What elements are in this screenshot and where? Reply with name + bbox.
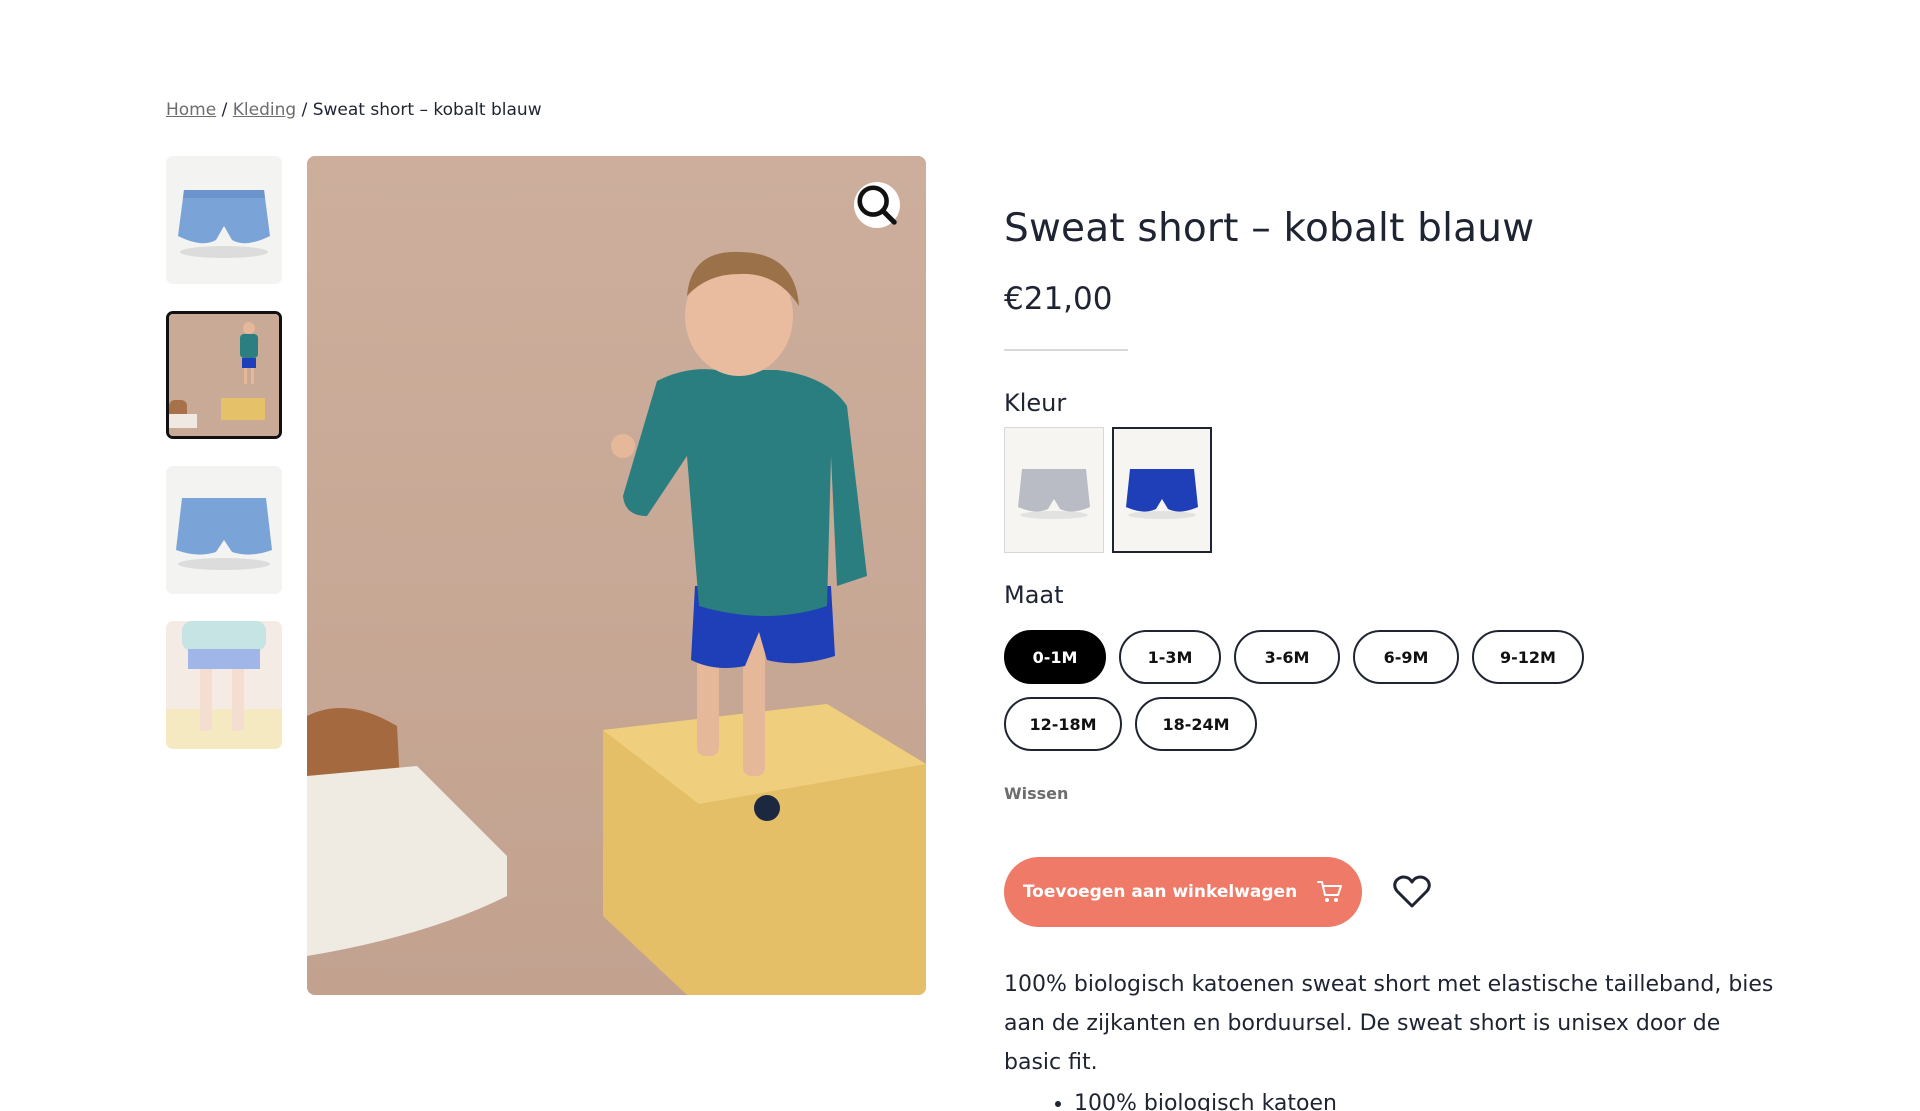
swatch-grey[interactable] [1004,427,1104,553]
grey-short-image [1018,469,1090,519]
breadcrumb: Home / Kleding / Sweat short – kobalt bl… [166,100,542,120]
breadcrumb-home-link[interactable]: Home [166,100,216,120]
short-back-image [166,466,282,594]
breadcrumb-current: Sweat short – kobalt blauw [312,100,542,120]
breadcrumb-separator: / [221,100,228,120]
add-to-cart-button[interactable]: Toevoegen aan winkelwagen [1004,857,1362,927]
magnifier-icon [857,185,897,225]
color-label: Kleur [1004,389,1067,417]
zoom-button[interactable] [854,182,900,228]
bullet-item: 100% biologisch katoen [1074,1084,1774,1111]
size-options: 0-1M 1-3M 3-6M 6-9M 9-12M 12-18M 18-24M [1004,630,1604,764]
product-info: Sweat short – kobalt blauw €21,00 Kleur … [1004,206,1774,1111]
heart-icon [1393,875,1431,908]
thumbnail-3[interactable] [166,466,282,594]
child-photo-image [307,156,926,995]
product-title: Sweat short – kobalt blauw [1004,206,1535,251]
child-legs-image [166,621,282,749]
swatch-cobalt[interactable] [1112,427,1212,553]
add-to-cart-label: Toevoegen aan winkelwagen [1022,882,1298,902]
child-photo-image [169,314,279,436]
size-option[interactable]: 3-6M [1234,630,1340,684]
size-label: Maat [1004,581,1064,609]
short-image [166,156,282,284]
clear-selection-link[interactable]: Wissen [1004,784,1774,803]
size-option[interactable]: 9-12M [1472,630,1584,684]
size-option[interactable]: 1-3M [1119,630,1221,684]
product-price: €21,00 [1004,281,1113,317]
main-product-image[interactable] [307,156,926,995]
size-option[interactable]: 0-1M [1004,630,1106,684]
breadcrumb-category-link[interactable]: Kleding [233,100,296,120]
cobalt-short-image [1126,469,1198,519]
thumbnail-1[interactable] [166,156,282,284]
product-bullets: 100% biologisch katoen [1004,1084,1774,1111]
size-option[interactable]: 12-18M [1004,697,1122,751]
divider [1004,349,1128,351]
cart-icon [1317,881,1343,902]
thumbnail-2[interactable] [166,311,282,439]
thumbnail-list [166,156,282,776]
product-description: 100% biologisch katoenen sweat short met… [1004,972,1774,1075]
thumbnail-4[interactable] [166,621,282,749]
color-swatches [1004,427,1774,553]
size-option[interactable]: 18-24M [1135,697,1257,751]
size-option[interactable]: 6-9M [1353,630,1459,684]
wishlist-button[interactable] [1392,872,1432,912]
breadcrumb-separator: / [301,100,308,120]
cart-row: Toevoegen aan winkelwagen [1004,857,1774,927]
